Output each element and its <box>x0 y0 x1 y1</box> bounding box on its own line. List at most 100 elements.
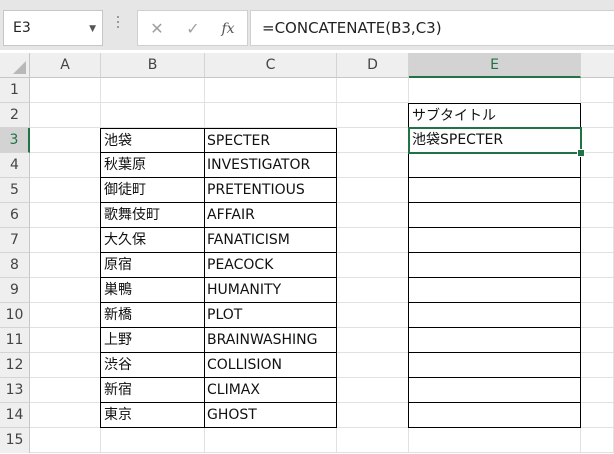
column-header-b[interactable]: B <box>101 53 205 78</box>
cell-d10[interactable] <box>337 303 409 328</box>
cell-b6[interactable]: 歌舞伎町 <box>100 203 205 228</box>
chevron-down-icon[interactable]: ▼ <box>89 24 96 34</box>
cell-a10[interactable] <box>30 303 101 328</box>
column-header-d[interactable]: D <box>337 53 409 78</box>
cell-c2[interactable] <box>205 103 337 128</box>
cell-e10[interactable] <box>408 303 581 328</box>
cell-f1[interactable] <box>581 78 614 103</box>
row-header-12[interactable]: 12 <box>0 353 30 378</box>
cell-f6[interactable] <box>581 203 614 228</box>
column-header-f[interactable] <box>581 53 614 78</box>
cell-b2[interactable] <box>101 103 205 128</box>
cell-c11[interactable]: BRAINWASHING <box>204 328 337 353</box>
cell-a5[interactable] <box>30 178 101 203</box>
cell-b11[interactable]: 上野 <box>100 328 205 353</box>
cell-c13[interactable]: CLIMAX <box>204 378 337 403</box>
cell-a7[interactable] <box>30 228 101 253</box>
cell-a13[interactable] <box>30 378 101 403</box>
cell-d9[interactable] <box>337 278 409 303</box>
cell-a12[interactable] <box>30 353 101 378</box>
cell-f5[interactable] <box>581 178 614 203</box>
cell-c12[interactable]: COLLISION <box>204 353 337 378</box>
cell-e5[interactable] <box>408 178 581 203</box>
cell-f4[interactable] <box>581 153 614 178</box>
cell-e6[interactable] <box>408 203 581 228</box>
more-options-icon[interactable] <box>117 16 120 36</box>
cell-a4[interactable] <box>30 153 101 178</box>
cell-b3[interactable]: 池袋 <box>100 128 205 153</box>
row-header-4[interactable]: 4 <box>0 153 30 178</box>
cell-a14[interactable] <box>30 403 101 428</box>
cell-b10[interactable]: 新橋 <box>100 303 205 328</box>
cell-e15[interactable] <box>409 428 581 453</box>
cell-a2[interactable] <box>30 103 101 128</box>
fill-handle[interactable] <box>577 149 585 157</box>
cell-b13[interactable]: 新宿 <box>100 378 205 403</box>
cell-f13[interactable] <box>581 378 614 403</box>
row-header-3[interactable]: 3 <box>0 128 30 153</box>
cell-c10[interactable]: PLOT <box>204 303 337 328</box>
cell-b7[interactable]: 大久保 <box>100 228 205 253</box>
row-header-6[interactable]: 6 <box>0 203 30 228</box>
cell-f10[interactable] <box>581 303 614 328</box>
cell-f11[interactable] <box>581 328 614 353</box>
cell-d12[interactable] <box>337 353 409 378</box>
column-header-e[interactable]: E <box>409 53 581 78</box>
cell-c4[interactable]: INVESTIGATOR <box>204 153 337 178</box>
cell-d1[interactable] <box>337 78 409 103</box>
cell-e2[interactable]: サブタイトル <box>408 103 581 128</box>
cell-d15[interactable] <box>337 428 409 453</box>
row-header-11[interactable]: 11 <box>0 328 30 353</box>
cell-c15[interactable] <box>205 428 337 453</box>
row-header-2[interactable]: 2 <box>0 103 30 128</box>
cell-b14[interactable]: 東京 <box>100 403 205 428</box>
cell-c6[interactable]: AFFAIR <box>204 203 337 228</box>
cell-c8[interactable]: PEACOCK <box>204 253 337 278</box>
cell-c14[interactable]: GHOST <box>204 403 337 428</box>
cell-f2[interactable] <box>581 103 614 128</box>
row-header-15[interactable]: 15 <box>0 428 30 453</box>
row-header-14[interactable]: 14 <box>0 403 30 428</box>
formula-input[interactable]: =CONCATENATE(B3,C3) <box>250 10 614 46</box>
cell-d6[interactable] <box>337 203 409 228</box>
row-header-7[interactable]: 7 <box>0 228 30 253</box>
row-header-13[interactable]: 13 <box>0 378 30 403</box>
cell-a9[interactable] <box>30 278 101 303</box>
cell-f12[interactable] <box>581 353 614 378</box>
cell-c3[interactable]: SPECTER <box>204 128 337 153</box>
cell-f14[interactable] <box>581 403 614 428</box>
cell-e8[interactable] <box>408 253 581 278</box>
cell-d7[interactable] <box>337 228 409 253</box>
column-header-a[interactable]: A <box>30 53 101 78</box>
enter-check-icon[interactable]: ✓ <box>182 18 204 40</box>
cell-e13[interactable] <box>408 378 581 403</box>
column-header-c[interactable]: C <box>205 53 337 78</box>
cell-d5[interactable] <box>337 178 409 203</box>
cell-e7[interactable] <box>408 228 581 253</box>
cell-e4[interactable] <box>408 153 581 178</box>
name-box[interactable]: E3 ▼ <box>3 10 103 46</box>
row-header-1[interactable]: 1 <box>0 78 30 103</box>
cell-c7[interactable]: FANATICISM <box>204 228 337 253</box>
cell-f3[interactable] <box>581 128 614 153</box>
cell-b9[interactable]: 巣鴨 <box>100 278 205 303</box>
insert-function-icon[interactable]: fx <box>217 18 239 40</box>
cell-d4[interactable] <box>337 153 409 178</box>
cell-f8[interactable] <box>581 253 614 278</box>
select-all-corner[interactable] <box>0 53 30 78</box>
cell-d13[interactable] <box>337 378 409 403</box>
cell-f15[interactable] <box>581 428 614 453</box>
cell-a11[interactable] <box>30 328 101 353</box>
cell-d14[interactable] <box>337 403 409 428</box>
cell-c5[interactable]: PRETENTIOUS <box>204 178 337 203</box>
cell-e1[interactable] <box>409 78 581 103</box>
cell-b8[interactable]: 原宿 <box>100 253 205 278</box>
cell-e14[interactable] <box>408 403 581 428</box>
cell-d2[interactable] <box>337 103 409 128</box>
cell-b4[interactable]: 秋葉原 <box>100 153 205 178</box>
cell-d8[interactable] <box>337 253 409 278</box>
cell-a3[interactable] <box>30 128 101 153</box>
cell-f7[interactable] <box>581 228 614 253</box>
cell-e9[interactable] <box>408 278 581 303</box>
cell-d11[interactable] <box>337 328 409 353</box>
